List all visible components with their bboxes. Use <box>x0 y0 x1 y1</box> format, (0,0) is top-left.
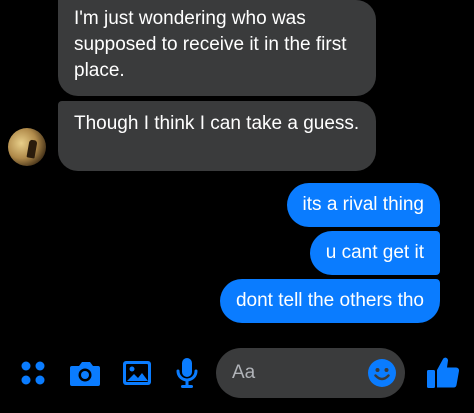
outgoing-message[interactable]: u cant get it <box>309 231 440 275</box>
incoming-message[interactable]: I'm just wondering who was supposed to r… <box>58 0 376 96</box>
outgoing-message-text: dont tell the others tho <box>235 290 424 311</box>
incoming-message-text: Though I think I can take a guess. <box>74 113 360 134</box>
thumbs-up-icon <box>427 357 460 388</box>
emoji-icon <box>368 359 396 387</box>
menu-dots-icon <box>21 361 45 385</box>
camera-button[interactable] <box>68 356 102 390</box>
message-input[interactable] <box>232 348 362 398</box>
outgoing-message-text: u cant get it <box>325 242 424 263</box>
avatar[interactable] <box>8 128 46 166</box>
like-button[interactable] <box>424 354 462 392</box>
image-icon <box>123 361 151 385</box>
composer-toolbar <box>0 340 474 413</box>
menu-button[interactable] <box>16 356 50 390</box>
emoji-button[interactable] <box>367 358 397 388</box>
chat-screen: I'm just wondering who was supposed to r… <box>0 0 474 413</box>
microphone-icon <box>176 358 198 388</box>
incoming-message-text: I'm just wondering who was supposed to r… <box>74 8 347 81</box>
outgoing-message[interactable]: its a rival thing <box>286 183 440 227</box>
camera-icon <box>70 362 100 386</box>
voice-button[interactable] <box>170 356 204 390</box>
gallery-button[interactable] <box>120 356 154 390</box>
outgoing-message[interactable]: dont tell the others tho <box>219 279 440 323</box>
avatar-figure <box>26 139 38 159</box>
message-composer[interactable] <box>216 348 405 398</box>
outgoing-message-text: its a rival thing <box>302 194 424 215</box>
incoming-message[interactable]: Though I think I can take a guess. <box>58 101 376 171</box>
